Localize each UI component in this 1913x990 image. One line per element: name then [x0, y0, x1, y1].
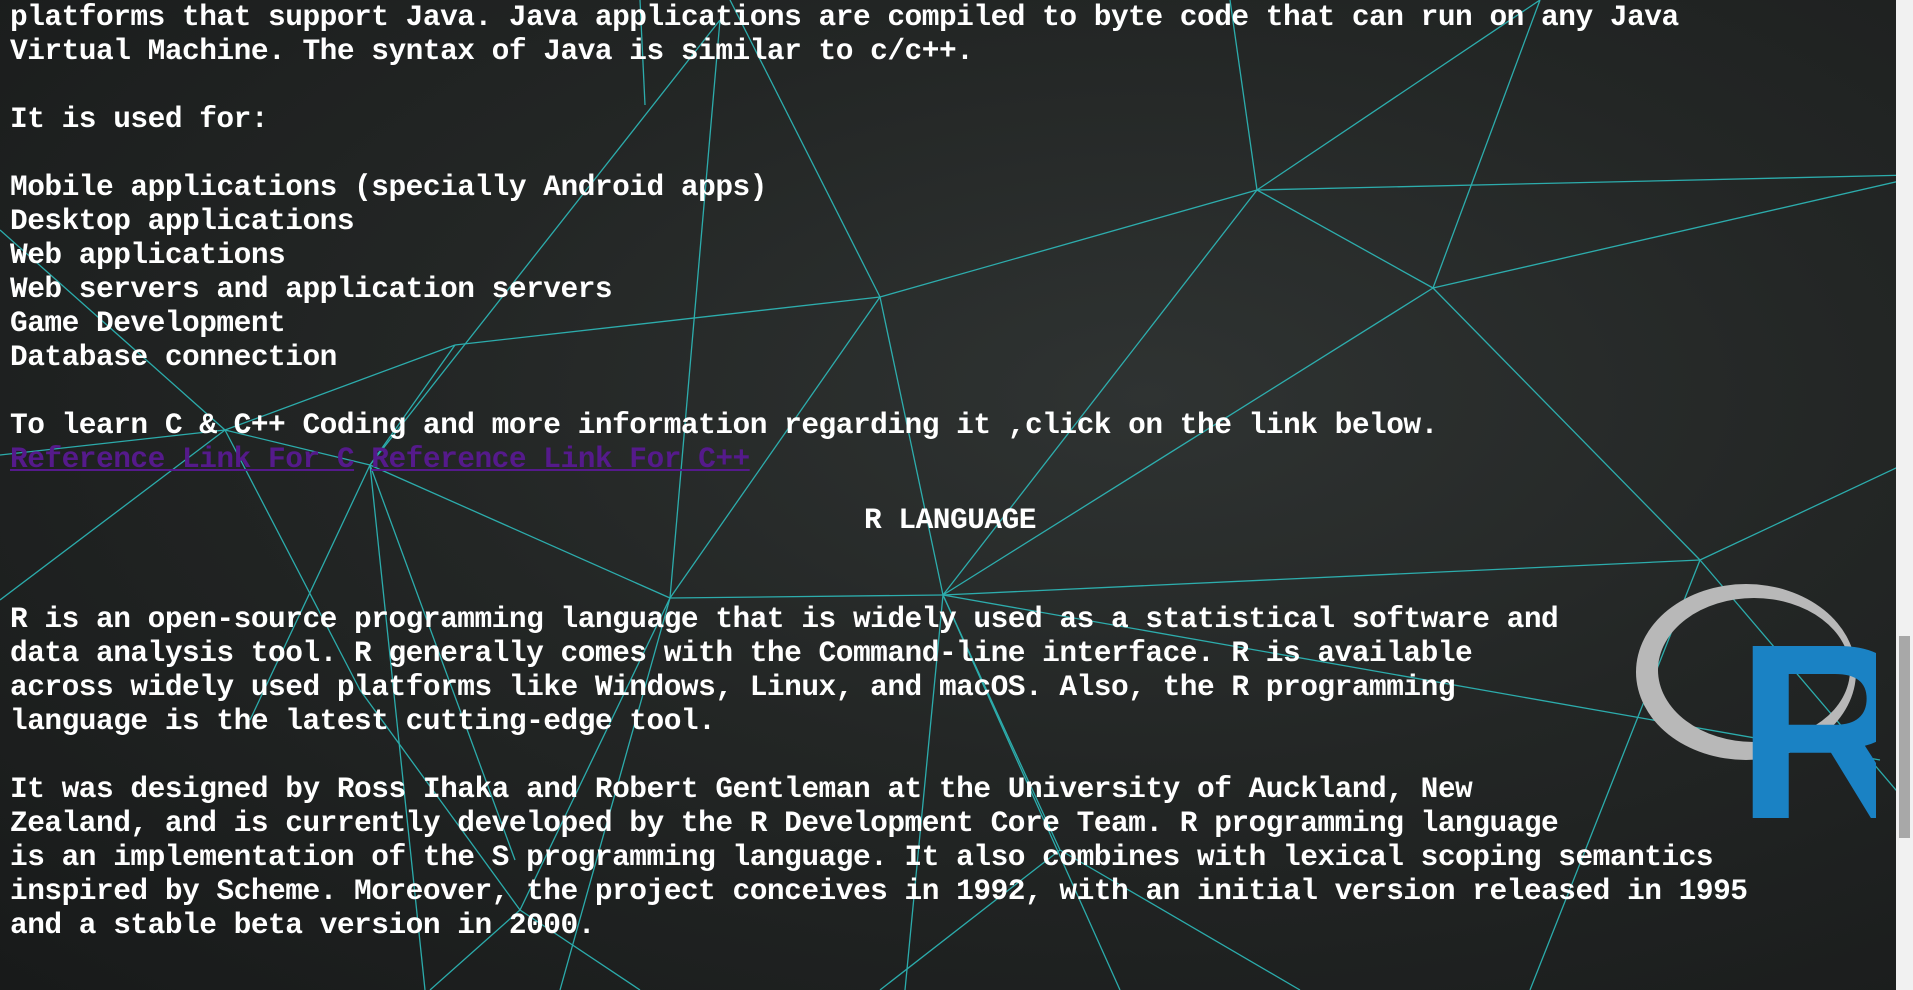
r-paragraph-line: across widely used platforms like Window… — [10, 670, 1456, 704]
r-paragraph-line: is an implementation of the S programmin… — [10, 840, 1714, 874]
intro-line: Virtual Machine. The syntax of Java is s… — [10, 34, 974, 68]
list-item: Database connection — [10, 340, 337, 374]
section-title: R LANGUAGE — [863, 503, 1037, 537]
article-content: platforms that support Java. Java applic… — [10, 0, 1890, 476]
reference-link-c[interactable]: Reference Link For C — [10, 442, 355, 476]
vertical-scrollbar[interactable] — [1896, 0, 1913, 990]
reference-link-cpp[interactable]: Reference Link For C++ — [371, 442, 750, 476]
list-item: Game Development — [10, 306, 286, 340]
r-paragraph-line: R is an open-source programming language… — [10, 602, 1559, 636]
r-section: R is an open-source programming language… — [10, 602, 1890, 942]
list-item: Web applications — [10, 238, 286, 272]
r-paragraph-line: It was designed by Ross Ihaka and Robert… — [10, 772, 1473, 806]
r-logo-letter: R — [1736, 592, 1876, 824]
scrollbar-thumb[interactable] — [1899, 636, 1910, 838]
reference-links: Reference Link For C Reference Link For … — [10, 442, 1890, 476]
intro-line: platforms that support Java. Java applic… — [10, 0, 1679, 34]
r-paragraph-line: inspired by Scheme. Moreover, the projec… — [10, 874, 1748, 908]
r-paragraph-line: Zealand, and is currently developed by t… — [10, 806, 1559, 840]
r-paragraph-line: language is the latest cutting-edge tool… — [10, 704, 716, 738]
list-item: Mobile applications (specially Android a… — [10, 170, 767, 204]
r-logo-image: R — [1636, 584, 1876, 824]
list-item: Desktop applications — [10, 204, 355, 238]
used-for-heading: It is used for: — [10, 102, 269, 136]
r-paragraph-line: and a stable beta version in 2000. — [10, 908, 595, 942]
r-paragraph-line: data analysis tool. R generally comes wi… — [10, 636, 1473, 670]
list-item: Web servers and application servers — [10, 272, 613, 306]
learn-text: To learn C & C++ Coding and more informa… — [10, 408, 1438, 442]
